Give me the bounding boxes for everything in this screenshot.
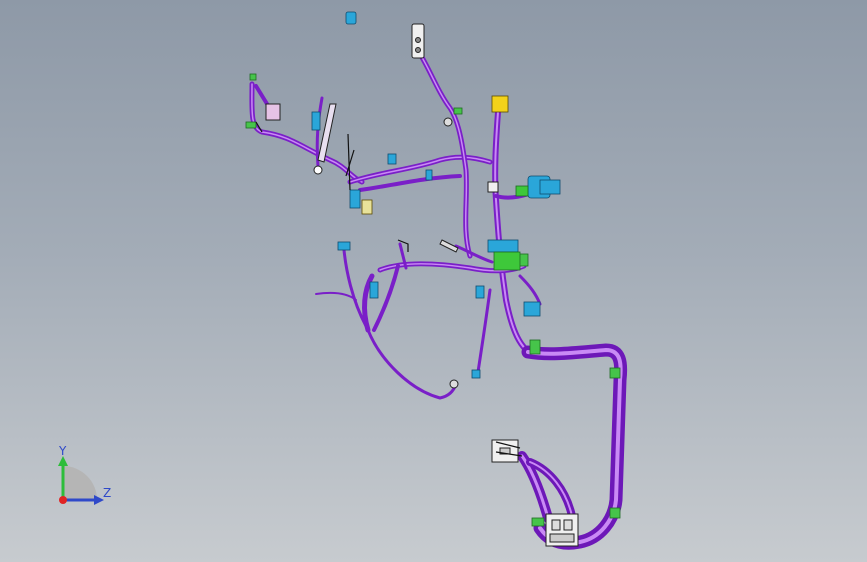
- connector: [345, 11, 357, 25]
- connector: [387, 153, 397, 165]
- connector: [487, 181, 499, 193]
- connector: [471, 369, 481, 379]
- cad-viewport[interactable]: Y Z: [0, 0, 867, 562]
- connector: [337, 241, 351, 251]
- z-axis-label: Z: [103, 486, 111, 500]
- triad-quadrant: [63, 466, 97, 500]
- connector: [369, 281, 379, 299]
- connector: [349, 189, 361, 209]
- clip: [453, 107, 463, 115]
- connector: [515, 185, 529, 197]
- connector: [265, 103, 281, 121]
- yellow-connectors: [361, 95, 509, 215]
- connector: [493, 251, 521, 271]
- clip: [249, 73, 257, 81]
- y-axis-label: Y: [58, 444, 67, 458]
- harness-clips: [245, 73, 621, 527]
- connector: [475, 285, 485, 299]
- connector: [539, 179, 561, 195]
- reference-triad: Y Z: [58, 444, 111, 505]
- clip: [609, 367, 621, 379]
- clip: [609, 507, 621, 519]
- connector: [311, 111, 321, 131]
- connector: [523, 301, 541, 317]
- connector: [425, 169, 433, 181]
- clip: [529, 339, 541, 355]
- clip: [531, 517, 545, 527]
- connector: [361, 199, 373, 215]
- triad-origin: [59, 496, 67, 504]
- connector: [487, 239, 519, 253]
- clip: [245, 121, 257, 129]
- connector: [491, 95, 509, 113]
- wire-harness-model[interactable]: Y Z: [0, 0, 867, 562]
